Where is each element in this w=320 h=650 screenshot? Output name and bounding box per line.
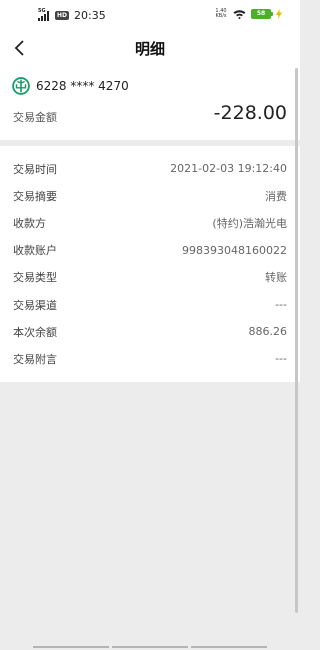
nav-bar: 明细 (0, 32, 300, 64)
transaction-summary: 6228 **** 4270 交易金额 -228.00 (0, 64, 300, 140)
detail-row-time: 交易时间 2021-02-03 19:12:40 (0, 155, 300, 182)
net-speed-unit: KB/s (215, 13, 227, 19)
detail-label: 交易类型 (13, 271, 57, 285)
detail-row-payee-account: 收款账户 998393048160022 (0, 237, 300, 264)
detail-value: 消费 (265, 189, 287, 203)
bottom-indicator (33, 646, 267, 648)
battery-icon: 58 (251, 9, 273, 19)
detail-label: 本次余额 (13, 325, 57, 339)
detail-row-summary: 交易摘要 消费 (0, 182, 300, 209)
amount-value: -228.00 (213, 102, 287, 124)
signal-icon: 5G (38, 8, 52, 21)
detail-row-channel: 交易渠道 --- (0, 291, 300, 318)
detail-row-payee: 收款方 (特约)浩瀚光电 (0, 209, 300, 236)
scrollbar[interactable] (295, 68, 298, 613)
detail-label: 收款账户 (13, 244, 57, 258)
detail-value: --- (275, 298, 287, 312)
detail-row-remark: 交易附言 --- (0, 345, 300, 372)
detail-value: 转账 (265, 271, 287, 285)
page-title: 明细 (134, 40, 165, 58)
detail-label: 交易摘要 (13, 189, 57, 203)
bank-logo-icon (12, 77, 30, 95)
battery-level: 58 (256, 10, 266, 17)
detail-value: 886.26 (248, 325, 288, 339)
detail-row-type: 交易类型 转账 (0, 264, 300, 291)
detail-value: --- (275, 352, 287, 366)
status-time: 20:35 (74, 9, 106, 22)
detail-label: 收款方 (13, 216, 46, 230)
amount-label: 交易金额 (13, 111, 57, 124)
detail-label: 交易渠道 (13, 298, 57, 312)
detail-row-balance: 本次余额 886.26 (0, 318, 300, 345)
detail-label: 交易附言 (13, 352, 57, 366)
hd-badge: HD (55, 11, 70, 20)
detail-label: 交易时间 (13, 162, 57, 176)
detail-value: (特约)浩瀚光电 (212, 216, 287, 230)
account-number: 6228 **** 4270 (36, 79, 129, 93)
net-speed: 1.40 KB/s (214, 9, 228, 19)
charging-icon (276, 9, 282, 19)
detail-list: 交易时间 2021-02-03 19:12:40 交易摘要 消费 收款方 (特约… (0, 146, 300, 382)
detail-value: 2021-02-03 19:12:40 (170, 162, 287, 176)
status-bar: 5G HD 20:35 1.40 KB/s 58 (0, 0, 300, 32)
wifi-icon (233, 10, 246, 19)
status-right: 1.40 KB/s 58 (214, 9, 282, 19)
account-row: 6228 **** 4270 (12, 77, 129, 95)
detail-value: 998393048160022 (182, 243, 287, 257)
status-left: 5G HD 20:35 (38, 8, 106, 22)
